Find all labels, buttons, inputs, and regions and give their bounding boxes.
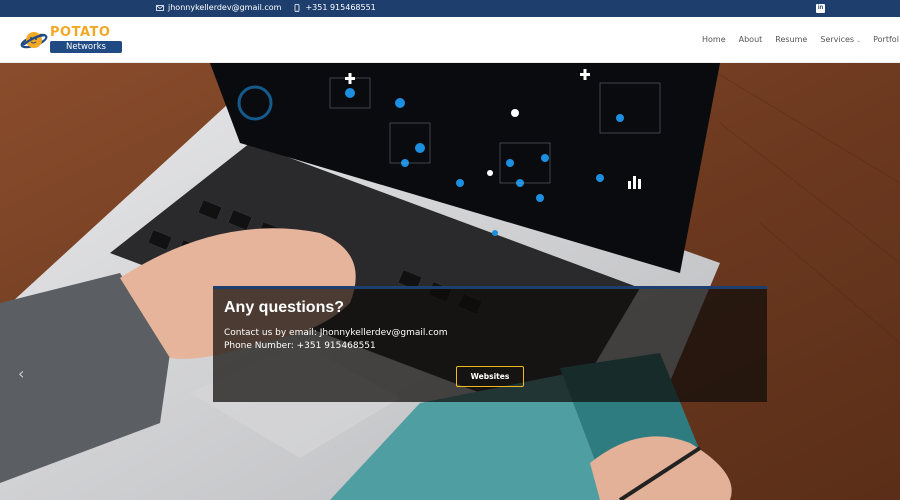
nav-item-home[interactable]: Home (702, 35, 726, 44)
caption-title: Any questions? (224, 299, 345, 316)
email-text[interactable]: jhonnykellerdev@gmail.com (168, 3, 281, 12)
websites-button[interactable]: Websites (456, 366, 524, 387)
hero-background-image (0, 63, 900, 500)
site-header: POTATO Networks Home About Resume Servic… (0, 17, 900, 63)
site-logo[interactable]: POTATO Networks (20, 25, 124, 55)
nav-item-resume[interactable]: Resume (775, 35, 807, 44)
phone-contact[interactable]: +351 915468551 (293, 3, 376, 12)
hero-slider: ‹ Any questions? Contact us by email: Jh… (0, 63, 900, 500)
nav-item-portfolio[interactable]: Portfol (873, 35, 899, 44)
envelope-icon (156, 4, 164, 12)
caption-phone-line: Phone Number: +351 915468551 (224, 341, 376, 351)
chevron-down-icon: ⌄ (856, 37, 862, 44)
logo-word-networks: Networks (50, 41, 122, 53)
planet-logo-icon (20, 32, 48, 49)
linkedin-icon[interactable]: in (816, 4, 825, 13)
hero-caption: Any questions? Contact us by email: Jhon… (213, 286, 767, 402)
nav-item-services-label: Services (820, 35, 855, 44)
mobile-phone-icon (293, 3, 301, 12)
nav-item-about[interactable]: About (739, 35, 763, 44)
slider-prev-arrow[interactable]: ‹ (18, 364, 24, 383)
logo-word-potato: POTATO (50, 25, 111, 40)
caption-email-line: Contact us by email: Jhonnykellerdev@gma… (224, 328, 448, 338)
top-contact-bar: jhonnykellerdev@gmail.com +351 915468551… (0, 0, 900, 17)
main-nav: Home About Resume Services ⌄ Portfol (702, 35, 899, 44)
contact-info: jhonnykellerdev@gmail.com +351 915468551 (156, 3, 376, 12)
phone-text[interactable]: +351 915468551 (305, 3, 375, 12)
nav-item-services[interactable]: Services ⌄ (820, 35, 861, 44)
email-contact[interactable]: jhonnykellerdev@gmail.com (156, 3, 281, 12)
